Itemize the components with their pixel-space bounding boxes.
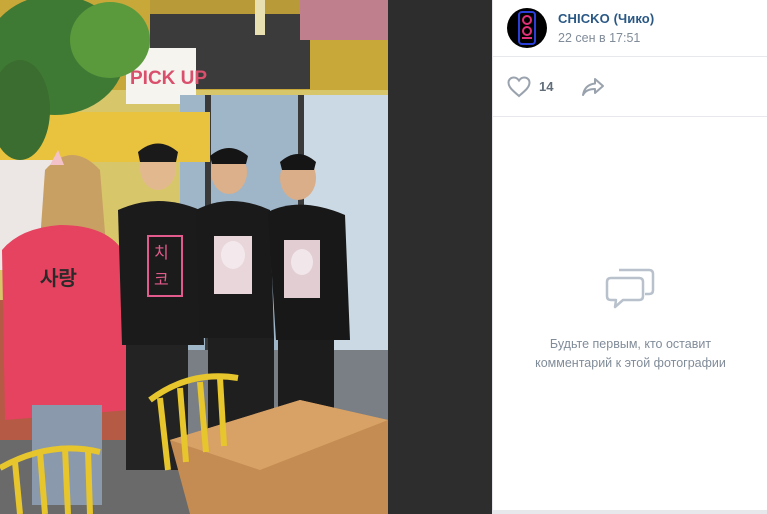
photo-image: PICK UP 사랑 치 코 [0, 0, 388, 514]
panel-divider [493, 510, 767, 514]
like-count: 14 [539, 79, 554, 94]
shirt-text-center-1: 치 [154, 243, 169, 262]
comments-empty-text: Будьте первым, кто оставит комментарий к… [535, 337, 726, 370]
post-header: CHICKO (Чико) 22 сен в 17:51 [493, 0, 767, 57]
heart-icon [507, 75, 531, 97]
share-button[interactable] [581, 77, 605, 97]
pickup-sign-text: PICK UP [130, 68, 207, 89]
shirt-text-left: 사랑 [40, 266, 77, 290]
info-panel: CHICKO (Чико) 22 сен в 17:51 14 Будьте п… [492, 0, 767, 514]
shirt-text-center-2: 코 [154, 270, 169, 289]
like-button[interactable]: 14 [507, 75, 554, 98]
viewer-background [388, 0, 492, 514]
comments-icon [605, 268, 654, 309]
share-arrow-icon [582, 77, 605, 96]
photo-viewer: PICK UP 사랑 치 코 CHICKO (Чико) 22 сен в 17… [0, 0, 767, 514]
chicko-logo-icon [518, 11, 536, 45]
comments-empty-state: Будьте первым, кто оставит комментарий к… [493, 117, 767, 514]
avatar[interactable] [507, 8, 547, 48]
post-actions: 14 [493, 57, 767, 117]
author-link[interactable]: CHICKO (Чико) [558, 11, 654, 26]
post-date[interactable]: 22 сен в 17:51 [558, 31, 654, 45]
photo[interactable]: PICK UP 사랑 치 코 [0, 0, 388, 514]
